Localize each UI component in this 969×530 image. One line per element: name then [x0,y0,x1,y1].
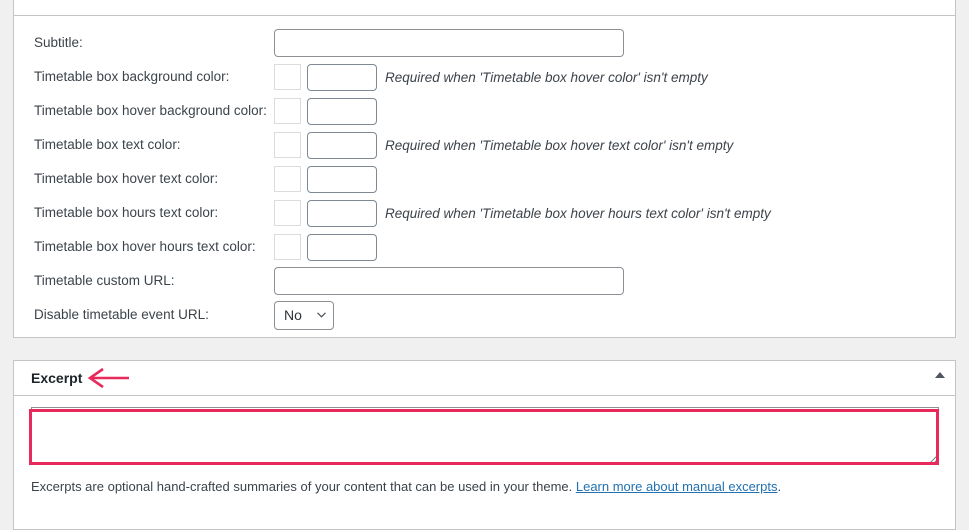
excerpt-description-text: Excerpts are optional hand-crafted summa… [31,479,576,494]
control-box-hover-text-color [274,165,385,193]
color-swatch-box-hover-hours-text[interactable] [274,234,301,260]
label-box-background-color: Timetable box background color: [34,68,230,84]
color-swatch-box-background[interactable] [274,64,301,90]
field-row-box-hover-hours-text-color: Timetable box hover hours text color: [14,230,955,264]
excerpt-panel-header[interactable]: Excerpt [14,361,955,396]
disable-event-url-select-wrap: No Yes [274,300,334,330]
excerpt-description-suffix: . [777,479,782,494]
custom-url-input[interactable] [274,267,624,295]
control-box-hover-background-color [274,97,385,125]
color-swatch-box-hours-text[interactable] [274,200,301,226]
label-box-text-color: Timetable box text color: [34,136,181,152]
timetable-options-panel: Subtitle: Timetable box background color… [13,0,956,338]
control-box-text-color: Required when 'Timetable box hover text … [274,131,734,159]
control-custom-url [274,267,624,295]
disable-event-url-select[interactable]: No Yes [274,300,334,330]
control-subtitle [274,29,624,57]
color-input-box-hover-text[interactable] [307,165,377,193]
excerpt-panel-title: Excerpt [31,370,83,386]
color-swatch-box-hover-text[interactable] [274,166,301,192]
label-custom-url: Timetable custom URL: [34,272,175,288]
color-input-box-text[interactable] [307,131,377,159]
color-swatch-box-text[interactable] [274,132,301,158]
timetable-panel-body: Subtitle: Timetable box background color… [14,16,955,332]
subtitle-input[interactable] [274,29,624,57]
control-box-background-color: Required when 'Timetable box hover color… [274,63,708,91]
excerpt-description: Excerpts are optional hand-crafted summa… [31,477,938,497]
label-box-hover-text-color: Timetable box hover text color: [34,170,219,186]
label-subtitle: Subtitle: [34,34,83,50]
field-row-custom-url: Timetable custom URL: [14,264,955,298]
color-input-box-background[interactable] [307,63,377,91]
label-box-hover-background-color: Timetable box hover background color: [34,102,267,118]
color-input-box-hover-background[interactable] [307,97,377,125]
color-input-box-hover-hours-text[interactable] [307,233,377,261]
field-row-box-hours-text-color: Timetable box hours text color: Required… [14,196,955,230]
field-row-box-hover-background-color: Timetable box hover background color: [14,94,955,128]
field-row-box-text-color: Timetable box text color: Required when … [14,128,955,162]
field-row-box-hover-text-color: Timetable box hover text color: [14,162,955,196]
label-disable-event-url: Disable timetable event URL: [34,306,209,322]
color-swatch-box-hover-background[interactable] [274,98,301,124]
excerpt-textarea[interactable] [31,407,939,465]
control-box-hours-text-color: Required when 'Timetable box hover hours… [274,199,771,227]
label-box-hover-hours-text-color: Timetable box hover hours text color: [34,238,256,254]
color-input-box-hours-text[interactable] [307,199,377,227]
hint-box-background-color: Required when 'Timetable box hover color… [385,69,708,85]
hint-box-text-color: Required when 'Timetable box hover text … [385,137,734,153]
manual-excerpts-link[interactable]: Learn more about manual excerpts [576,479,778,494]
chevron-up-icon[interactable] [935,372,945,378]
field-row-box-background-color: Timetable box background color: Required… [14,60,955,94]
hint-box-hours-text-color: Required when 'Timetable box hover hours… [385,205,771,221]
excerpt-panel-body: Excerpts are optional hand-crafted summa… [14,396,955,497]
label-box-hours-text-color: Timetable box hours text color: [34,204,219,220]
control-disable-event-url: No Yes [274,300,334,330]
control-box-hover-hours-text-color [274,233,385,261]
excerpt-panel: Excerpt Excerpts are optional hand-craft… [13,360,956,530]
field-row-disable-event-url: Disable timetable event URL: No Yes [14,298,955,332]
timetable-panel-header[interactable] [14,0,955,16]
field-row-subtitle: Subtitle: [14,26,955,60]
